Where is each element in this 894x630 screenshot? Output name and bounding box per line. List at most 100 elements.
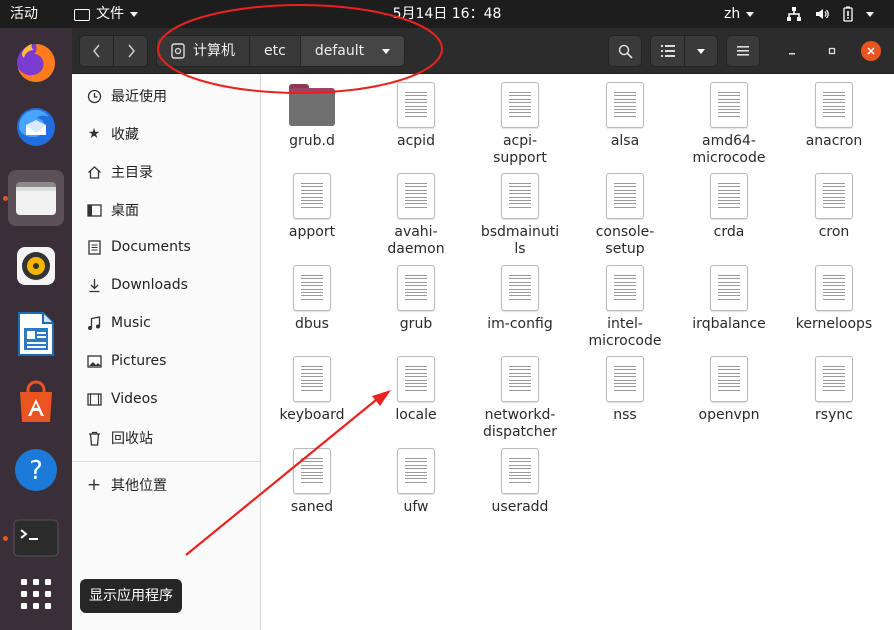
file-item[interactable]: locale — [364, 356, 468, 424]
breadcrumb-label: 计算机 — [193, 43, 235, 59]
clock-label[interactable]: 5月14日 16：48 — [393, 0, 502, 28]
file-item[interactable]: saned — [260, 448, 364, 516]
file-item[interactable]: grub — [364, 265, 468, 333]
home-icon — [86, 164, 102, 180]
view-options-button[interactable] — [684, 35, 718, 67]
breadcrumb-etc[interactable]: etc — [250, 36, 301, 66]
dock-item-rhythmbox[interactable] — [8, 238, 64, 294]
file-item[interactable]: irqbalance — [677, 265, 781, 333]
file-item[interactable]: nss — [573, 356, 677, 424]
file-item[interactable]: amd64- microcode — [677, 82, 781, 167]
sidebar-item-label: 桌面 — [111, 203, 139, 219]
breadcrumb-default[interactable]: default — [300, 36, 405, 66]
back-button[interactable] — [79, 35, 114, 67]
sidebar-item-music[interactable]: Music — [72, 305, 260, 341]
header-bar: 计算机 etc default — [72, 28, 894, 74]
file-item[interactable]: ufw — [364, 448, 468, 516]
dock-item-terminal[interactable] — [8, 510, 64, 566]
breadcrumb-label: etc — [264, 43, 286, 59]
breadcrumb-computer[interactable]: 计算机 — [157, 36, 250, 66]
file-item[interactable]: alsa — [573, 82, 677, 150]
sidebar-divider — [72, 461, 260, 462]
text-file-icon — [815, 173, 853, 219]
sidebar-item-label: Videos — [111, 391, 158, 407]
view-toggle-button[interactable] — [650, 35, 685, 67]
text-file-icon — [501, 448, 539, 494]
sidebar-item-recent[interactable]: 最近使用 — [72, 78, 260, 114]
input-method-menu[interactable]: zh — [724, 0, 755, 28]
sidebar-item-label: Music — [111, 315, 151, 331]
clock-icon — [86, 88, 102, 104]
sidebar-item-home[interactable]: 主目录 — [72, 154, 260, 190]
file-item[interactable]: openvpn — [677, 356, 781, 424]
sidebar-item-starred[interactable]: ★ 收藏 — [72, 116, 260, 152]
file-name: irqbalance — [692, 316, 766, 332]
file-name: nss — [613, 407, 637, 423]
network-icon — [787, 7, 801, 21]
video-icon — [86, 391, 102, 407]
text-file-icon — [606, 356, 644, 402]
file-item[interactable]: bsdmainuti ls — [468, 173, 572, 258]
dock-show-apps[interactable] — [8, 566, 64, 622]
sidebar-item-documents[interactable]: Documents — [72, 229, 260, 265]
sidebar-item-trash[interactable]: 回收站 — [72, 420, 260, 456]
dock-item-files[interactable] — [8, 170, 64, 226]
dock-item-software[interactable] — [8, 374, 64, 430]
dock-item-firefox[interactable] — [8, 34, 64, 90]
sidebar-item-downloads[interactable]: Downloads — [72, 267, 260, 303]
file-item[interactable]: useradd — [468, 448, 572, 516]
file-item[interactable]: kerneloops — [782, 265, 886, 333]
system-menu[interactable] — [786, 0, 874, 28]
search-button[interactable] — [608, 35, 642, 67]
text-file-icon — [293, 448, 331, 494]
text-file-icon — [606, 265, 644, 311]
file-item[interactable]: acpid — [364, 82, 468, 150]
hamburger-icon — [737, 46, 749, 56]
file-item[interactable]: im-config — [468, 265, 572, 333]
file-item[interactable]: dbus — [260, 265, 364, 333]
file-name: apport — [288, 224, 336, 240]
file-item[interactable]: apport — [260, 173, 364, 241]
text-file-icon — [606, 82, 644, 128]
file-item[interactable]: networkd- dispatcher — [468, 356, 572, 441]
close-button[interactable] — [861, 41, 881, 61]
file-item[interactable]: crda — [677, 173, 781, 241]
file-item[interactable]: acpi- support — [468, 82, 572, 167]
sidebar-item-videos[interactable]: Videos — [72, 381, 260, 417]
file-name: kerneloops — [795, 316, 873, 332]
file-item[interactable]: intel- microcode — [573, 265, 677, 350]
sidebar-item-other-locations[interactable]: + 其他位置 — [72, 467, 260, 503]
file-name: openvpn — [698, 407, 760, 423]
document-icon — [86, 239, 102, 255]
forward-button[interactable] — [113, 35, 148, 67]
text-file-icon — [501, 265, 539, 311]
file-item[interactable]: keyboard — [260, 356, 364, 424]
file-item[interactable]: avahi- daemon — [364, 173, 468, 258]
sidebar-item-pictures[interactable]: Pictures — [72, 343, 260, 379]
menu-button[interactable] — [726, 35, 760, 67]
text-file-icon — [815, 82, 853, 128]
software-center-icon — [20, 380, 52, 422]
file-item[interactable]: anacron — [782, 82, 886, 150]
file-name: avahi- daemon — [387, 224, 445, 257]
text-file-icon — [397, 265, 435, 311]
file-item[interactable]: console- setup — [573, 173, 677, 258]
text-file-icon — [293, 265, 331, 311]
dock-item-writer[interactable] — [8, 306, 64, 362]
dock-item-thunderbird[interactable] — [8, 98, 64, 154]
maximize-button[interactable] — [822, 41, 842, 61]
minimize-button[interactable] — [782, 41, 802, 61]
file-name: keyboard — [279, 407, 345, 423]
folder-item[interactable]: grub.d — [260, 82, 364, 150]
sidebar-item-label: Pictures — [111, 353, 167, 369]
text-file-icon — [397, 448, 435, 494]
libreoffice-writer-icon — [18, 312, 54, 356]
file-item[interactable]: rsync — [782, 356, 886, 424]
files-icon — [16, 182, 56, 215]
file-item[interactable]: cron — [782, 173, 886, 241]
caret-down-icon — [382, 48, 391, 54]
file-name: alsa — [610, 133, 640, 149]
sidebar-item-desktop[interactable]: 桌面 — [72, 192, 260, 228]
dock-item-help[interactable]: ? — [8, 442, 64, 498]
help-icon: ? — [15, 449, 57, 491]
